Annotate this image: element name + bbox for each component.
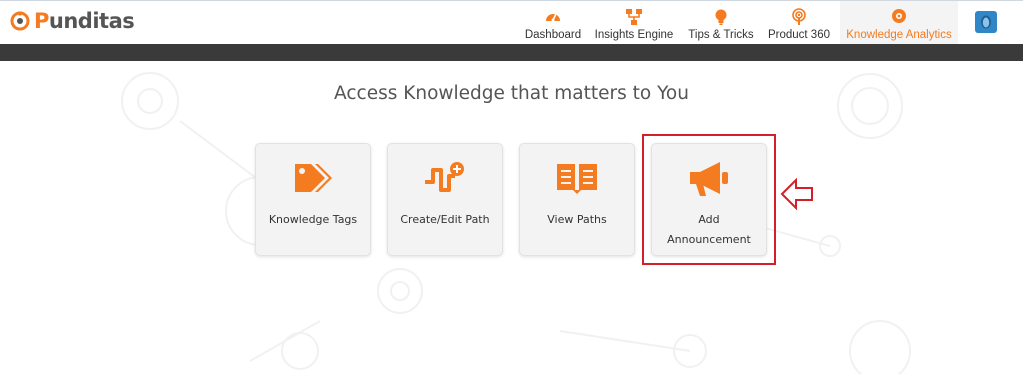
nav-product-360[interactable]: Product 360	[764, 1, 834, 45]
toolbar-strip	[0, 44, 1023, 61]
nav-label: Insights Engine	[594, 29, 674, 41]
nav-tips-tricks[interactable]: Tips & Tricks	[684, 1, 758, 45]
user-avatar[interactable]	[975, 11, 997, 33]
top-header: Punditas Dashboard Insights Engine Tips …	[0, 0, 1023, 45]
background-gears-decoration	[121, 72, 911, 374]
nav-label: Tips & Tricks	[688, 29, 754, 41]
nav-dashboard[interactable]: Dashboard	[522, 1, 584, 45]
arrow-left-icon	[780, 178, 813, 210]
nav-knowledge-analytics[interactable]: Knowledge Analytics	[840, 1, 958, 45]
app-root: Punditas Dashboard Insights Engine Tips …	[0, 0, 1023, 374]
nav-label: Dashboard	[524, 29, 582, 41]
tile-label: View Paths	[547, 213, 607, 226]
page-heading: Access Knowledge that matters to You	[334, 83, 689, 104]
logo-icon	[10, 11, 30, 31]
hierarchy-icon	[626, 9, 642, 25]
tags-icon	[295, 164, 332, 192]
tile-label: Knowledge Tags	[268, 213, 358, 226]
lightbulb-icon	[715, 9, 727, 25]
podcast-icon	[792, 8, 806, 25]
path-add-icon	[425, 162, 464, 192]
brand-logo[interactable]: Punditas	[10, 9, 135, 33]
tile-knowledge-tags[interactable]: Knowledge Tags	[255, 143, 371, 256]
main-content: Access Knowledge that matters to You Kno…	[0, 61, 1023, 374]
highlight-box	[642, 134, 776, 265]
book-open-icon	[557, 164, 597, 194]
tile-label: Create/Edit Path	[400, 213, 490, 226]
nav-insights-engine[interactable]: Insights Engine	[590, 1, 678, 45]
tile-view-paths[interactable]: View Paths	[519, 143, 635, 256]
brain-icon	[892, 9, 906, 23]
tile-create-edit-path[interactable]: Create/Edit Path	[387, 143, 503, 256]
speedometer-icon	[546, 13, 560, 22]
nav-label: Product 360	[767, 29, 830, 41]
brand-name: Punditas	[34, 9, 135, 33]
nav-label: Knowledge Analytics	[846, 29, 952, 41]
user-icon	[981, 15, 991, 29]
